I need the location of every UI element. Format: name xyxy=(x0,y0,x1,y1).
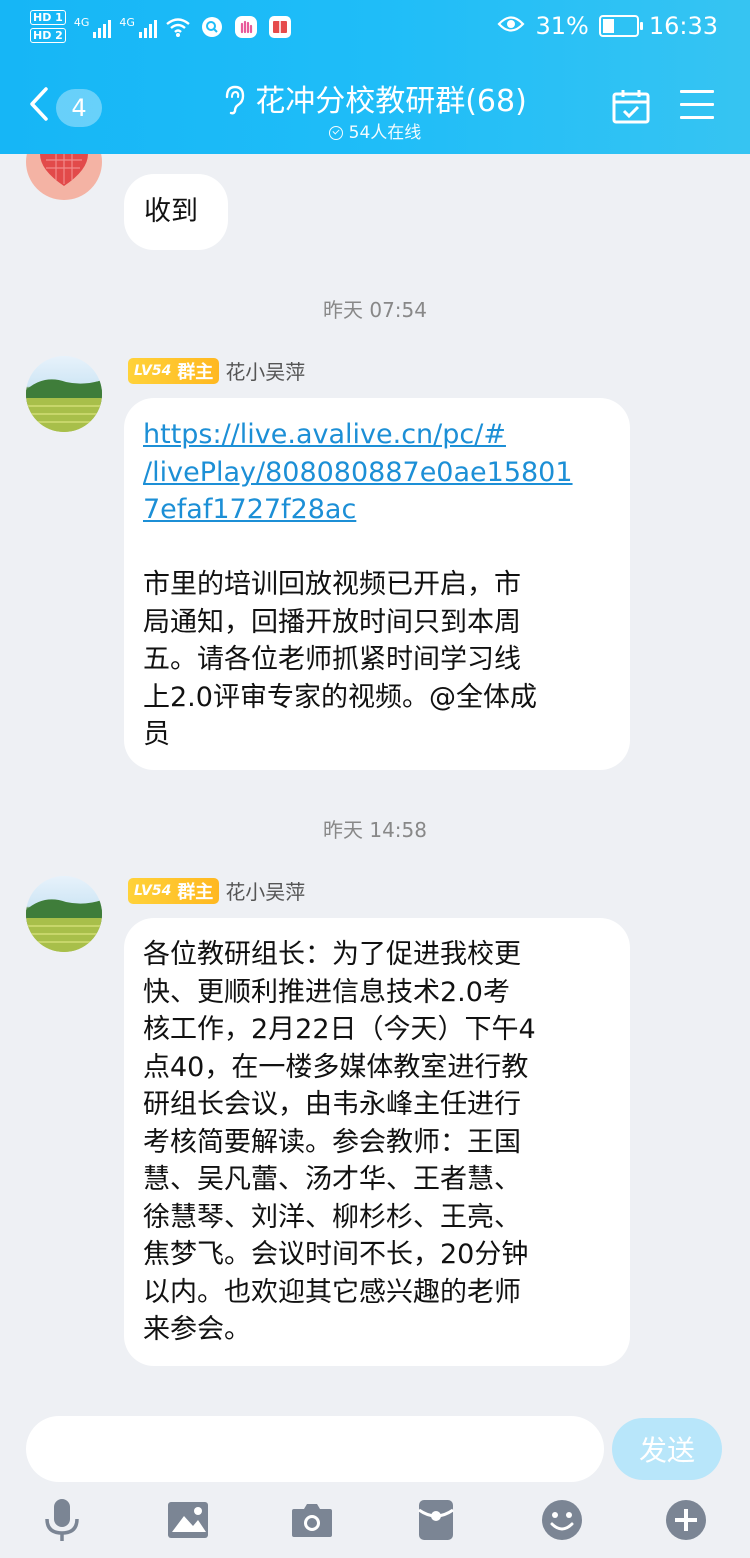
message-input[interactable] xyxy=(26,1416,604,1482)
message-line: 五。请各位老师抓紧时间学习线 xyxy=(143,644,521,675)
message-line: 焦梦飞。会议时间不长，20分钟 xyxy=(143,1239,529,1270)
hand-app-icon xyxy=(233,14,259,40)
link-line[interactable]: https://live.avalive.cn/pc/# xyxy=(143,416,610,454)
message-line: 核工作，2月22日（今天）下午4 xyxy=(143,1014,536,1045)
status-bar-left: HD 1 HD 2 4G 4G xyxy=(30,10,293,43)
level-label: LV54 xyxy=(134,362,172,379)
timestamp: 昨天 14:58 xyxy=(323,818,427,842)
microphone-icon[interactable] xyxy=(38,1496,86,1544)
avatar[interactable] xyxy=(26,356,102,432)
send-button[interactable]: 发送 xyxy=(612,1418,722,1480)
group-title: 花冲分校教研群(68) xyxy=(255,84,527,119)
clock: 16:33 xyxy=(648,12,718,40)
status-bar-right: 31% 16:33 xyxy=(497,12,718,40)
chat-messages[interactable]: 收到 昨天 07:54 LV54 群主 花小吴萍 https://live.av… xyxy=(0,154,750,1404)
message-line: 来参会。 xyxy=(143,1314,251,1345)
message-line: 快、更顺利推进信息技术2.0考 xyxy=(143,976,510,1008)
plus-icon[interactable] xyxy=(662,1496,710,1544)
emoji-icon[interactable] xyxy=(538,1496,586,1544)
online-count: 54人在线 xyxy=(348,123,422,143)
signal-1-icon: 4G xyxy=(74,16,112,38)
message-bubble[interactable]: 各位教研组长：为了促进我校更 快、更顺利推进信息技术2.0考 核工作，2月22日… xyxy=(124,918,630,1366)
message-line: 徐慧琴、刘洋、柳杉杉、王亮、 xyxy=(143,1201,521,1233)
input-bar: 发送 xyxy=(0,1404,750,1558)
level-label: LV54 xyxy=(134,882,172,899)
sender-line: LV54 群主 花小吴萍 xyxy=(128,876,305,905)
sender-line: LV54 群主 花小吴萍 xyxy=(128,356,305,385)
message-line: 慧、吴凡蕾、汤才华、王者慧、 xyxy=(143,1164,521,1195)
hd-indicators: HD 1 HD 2 xyxy=(30,10,66,43)
menu-line-icon xyxy=(680,90,714,93)
top-header: HD 1 HD 2 4G 4G 31% 16:33 4 花冲分校教研群(68) … xyxy=(0,0,750,154)
signal-2-icon: 4G xyxy=(119,16,157,38)
link-line[interactable]: 7efaf1727f28ac xyxy=(143,491,610,529)
menu-line-icon xyxy=(680,103,714,106)
message-bubble[interactable]: 收到 xyxy=(124,174,228,250)
battery-percent: 31% xyxy=(535,12,589,40)
hd1-badge: HD 1 xyxy=(30,10,66,25)
calendar-button[interactable] xyxy=(612,88,650,128)
wifi-icon xyxy=(165,14,191,40)
network-type-1: 4G xyxy=(73,15,90,29)
message-line: 以内。也欢迎其它感兴趣的老师 xyxy=(143,1276,521,1308)
calendar-check-icon xyxy=(612,90,650,128)
role-badge: LV54 群主 xyxy=(128,357,220,384)
timestamp: 昨天 07:54 xyxy=(323,298,427,322)
message-text: 收到 xyxy=(144,196,198,227)
menu-line-icon xyxy=(680,116,714,119)
online-check-icon xyxy=(328,126,343,140)
avatar[interactable] xyxy=(26,876,102,952)
message-line: 研组长会议，由韦永峰主任进行 xyxy=(143,1089,521,1120)
role-label: 群主 xyxy=(177,881,214,903)
message-line: 局通知，回播开放时间只到本周 xyxy=(143,606,521,638)
role-label: 群主 xyxy=(177,361,214,383)
eye-comfort-icon xyxy=(497,12,525,40)
sender-name[interactable]: 花小吴萍 xyxy=(225,356,305,385)
hd2-badge: HD 2 xyxy=(30,28,66,43)
role-badge: LV54 群主 xyxy=(128,877,220,904)
message-bubble[interactable]: https://live.avalive.cn/pc/# /livePlay/8… xyxy=(124,398,630,770)
message-line: 点40，在一楼多媒体教室进行教 xyxy=(143,1051,529,1083)
message-line: 考核简要解读。参会教师：王国 xyxy=(143,1126,521,1158)
book-app-icon xyxy=(267,14,293,40)
message-line: 市里的培训回放视频已开启，市 xyxy=(143,569,521,600)
battery-icon xyxy=(598,15,643,37)
avatar[interactable] xyxy=(26,154,102,200)
red-packet-icon[interactable] xyxy=(412,1496,460,1544)
camera-icon[interactable] xyxy=(288,1496,336,1544)
network-type-2: 4G xyxy=(119,15,135,29)
link-line[interactable]: /livePlay/808080887e0ae15801 xyxy=(143,454,610,492)
menu-button[interactable] xyxy=(680,90,714,129)
message-line: 上2.0评审专家的视频。@全体成 xyxy=(143,681,537,713)
sender-name[interactable]: 花小吴萍 xyxy=(225,876,305,905)
message-line: 员 xyxy=(143,719,170,750)
image-icon[interactable] xyxy=(164,1496,212,1544)
message-line: 各位教研组长：为了促进我校更 xyxy=(143,939,521,970)
search-app-icon xyxy=(199,14,225,40)
